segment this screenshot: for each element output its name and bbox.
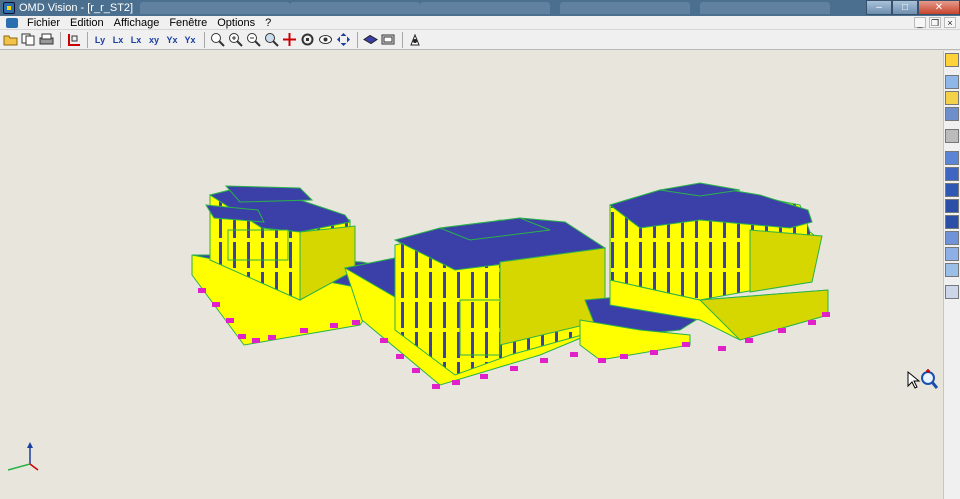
view-yx-icon[interactable]: Yx — [164, 32, 180, 48]
left-tower-top — [224, 185, 314, 203]
toolbar-separator — [60, 31, 61, 48]
zoom-in-icon[interactable] — [227, 32, 243, 48]
query-icon[interactable] — [945, 53, 959, 67]
zoom-cursor-icon — [907, 369, 938, 389]
menu-fenetre[interactable]: Fenêtre — [164, 17, 212, 29]
document-window-controls: _ ❐ × — [914, 17, 956, 28]
move-icon[interactable] — [335, 32, 351, 48]
toolbar-separator — [204, 31, 205, 48]
delete-icon[interactable] — [945, 285, 959, 299]
rotate-icon[interactable] — [299, 32, 315, 48]
doc-restore-button[interactable]: ❐ — [929, 17, 941, 28]
right-tower-side — [749, 229, 823, 293]
wall-icon[interactable] — [945, 183, 959, 197]
document-menu-icon[interactable] — [6, 17, 18, 28]
toolbar-separator — [402, 31, 403, 48]
main-toolbar: Ly Lx Lx xy Yx Yx — [0, 30, 960, 50]
mesh-icon[interactable] — [945, 129, 959, 143]
columns-icon[interactable] — [945, 107, 959, 121]
maximize-button[interactable]: □ — [892, 0, 918, 15]
doc-close-button[interactable]: × — [944, 17, 956, 28]
minimize-button[interactable]: – — [866, 0, 892, 15]
layers-icon[interactable] — [945, 75, 959, 89]
beam-icon[interactable] — [945, 151, 959, 165]
section-icon[interactable] — [362, 32, 378, 48]
display-icon[interactable] — [380, 32, 396, 48]
line-icon[interactable] — [945, 247, 959, 261]
left-tower-lower — [227, 229, 289, 261]
view-ly-icon[interactable]: Ly — [92, 32, 108, 48]
toolbar-separator — [87, 31, 88, 48]
toolbar-separator — [357, 31, 358, 48]
middle-tower-front — [459, 299, 501, 356]
pillar-icon[interactable] — [945, 215, 959, 229]
orbit-icon[interactable] — [317, 32, 333, 48]
menu-help[interactable]: ? — [260, 17, 276, 29]
open-folder-icon[interactable] — [2, 32, 18, 48]
edit-icon[interactable] — [945, 231, 959, 245]
view-lx-icon[interactable]: Lx — [110, 32, 126, 48]
menu-fichier[interactable]: Fichier — [22, 17, 65, 29]
close-button[interactable]: ✕ — [918, 0, 960, 15]
menu-edition[interactable]: Edition — [65, 17, 109, 29]
zoom-extents-icon[interactable] — [263, 32, 279, 48]
window-controls: – □ ✕ — [866, 0, 960, 16]
zoom-out-icon[interactable] — [245, 32, 261, 48]
3d-viewport[interactable] — [0, 51, 944, 499]
building-model — [191, 182, 830, 389]
print-icon[interactable] — [38, 32, 54, 48]
right-toolbar — [944, 51, 960, 499]
zoom-window-icon[interactable] — [209, 32, 225, 48]
menu-affichage[interactable]: Affichage — [109, 17, 165, 29]
menu-bar: Fichier Edition Affichage Fenêtre Option… — [0, 16, 960, 30]
menu-options[interactable]: Options — [212, 17, 260, 29]
right-podium-side — [698, 289, 829, 341]
axes-icon[interactable] — [65, 32, 81, 48]
slab-icon[interactable] — [945, 167, 959, 181]
view-yx2-icon[interactable]: Yx — [182, 32, 198, 48]
view-xy-icon[interactable]: xy — [146, 32, 162, 48]
view-lx2-icon[interactable]: Lx — [128, 32, 144, 48]
app-icon — [3, 2, 15, 14]
window-title: OMD Vision - [r_r_ST2] — [19, 2, 134, 14]
column-icon[interactable] — [945, 199, 959, 213]
render-icon[interactable] — [407, 32, 423, 48]
axis-triad-icon — [7, 442, 39, 471]
title-bar: OMD Vision - [r_r_ST2] – □ ✕ — [0, 0, 960, 16]
photo-icon[interactable] — [945, 263, 959, 277]
copy-icon[interactable] — [20, 32, 36, 48]
pan-icon[interactable] — [281, 32, 297, 48]
color-icon[interactable] — [945, 91, 959, 105]
doc-minimize-button[interactable]: _ — [914, 17, 926, 28]
